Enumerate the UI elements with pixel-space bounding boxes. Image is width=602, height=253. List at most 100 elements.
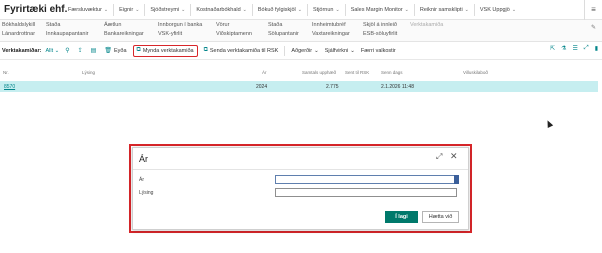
- automation-menu[interactable]: Sjálfvirkni ⌄: [325, 45, 355, 57]
- nav-item-1[interactable]: Færsluvæktur ⌄: [63, 4, 113, 16]
- chevron-down-icon: ⌄: [314, 47, 319, 54]
- cell-year: 2024: [256, 84, 268, 90]
- search-icon: ⚲: [65, 48, 70, 54]
- cell-sent-date: 2.1.2026 11:48: [381, 84, 414, 90]
- year-input[interactable]: [275, 175, 457, 184]
- column-header-sent-date[interactable]: Senn dags: [381, 70, 403, 75]
- filter-label: Allt: [45, 47, 54, 54]
- cancel-button[interactable]: Hætta við: [422, 211, 459, 223]
- pin-icon[interactable]: ✎: [591, 24, 596, 31]
- nav-item-2[interactable]: Eignir ⌄: [113, 3, 144, 16]
- expand-icon[interactable]: ⤢: [436, 152, 442, 162]
- chevron-down-icon: ⌄: [181, 6, 186, 13]
- nav-item-5[interactable]: Bókuð fylgiskjöl ⌄: [251, 3, 307, 16]
- trash-icon: 🗑: [104, 48, 112, 54]
- sub-navigation: Bókhaldslykill Lánardrottnar Staða Innka…: [0, 20, 602, 42]
- chevron-down-icon: ⌄: [103, 6, 109, 13]
- subnav-link[interactable]: ESB-söluyfirlit: [363, 31, 397, 37]
- dialog-title: Ár: [139, 154, 148, 164]
- share-icon[interactable]: ⇱: [550, 45, 555, 52]
- automation-label: Sjálfvirkni: [324, 47, 349, 54]
- year-dialog: Ár ⤢ ✕ Ár Lýsing Í lagi Hætta við: [132, 147, 469, 230]
- subnav-link[interactable]: Lánardrottnar: [2, 31, 35, 37]
- action-bar-right-icons: ⇱ ⚗ ☰ ⤢ ▮: [550, 45, 598, 52]
- nav-label: Reiknir samsklipti: [419, 6, 463, 13]
- expand-icon[interactable]: ⤢: [584, 45, 589, 52]
- send-icon: ⧉: [203, 47, 208, 53]
- actions-menu[interactable]: Aðgerðir ⌄: [291, 45, 318, 57]
- chevron-down-icon: ⌄: [297, 6, 302, 13]
- year-field-label: Ár: [139, 177, 144, 183]
- subnav-link[interactable]: Viðskiptamenn: [216, 31, 252, 37]
- edit-list-icon: ▤: [90, 48, 97, 54]
- nav-label: VSK Uppgjö: [479, 6, 510, 13]
- nav-item-4[interactable]: Kostnaðarbókhald ⌄: [190, 3, 252, 16]
- document-icon: ⧉: [136, 47, 141, 53]
- description-input[interactable]: [275, 188, 457, 197]
- subnav-link[interactable]: Staða: [46, 22, 60, 28]
- nav-item-3[interactable]: Sjóðstreymi ⌄: [144, 3, 190, 16]
- column-header-sent-rsk[interactable]: Sent til RSK: [345, 70, 369, 75]
- filter-icon[interactable]: ⚗: [561, 45, 566, 52]
- edit-list-button[interactable]: ▤: [91, 45, 99, 57]
- close-icon[interactable]: ✕: [450, 151, 458, 162]
- subnav-link[interactable]: Vörur: [216, 22, 229, 28]
- nav-label: Eignir: [119, 6, 134, 13]
- subnav-link[interactable]: Bankareikningar: [104, 31, 144, 37]
- subnav-link[interactable]: Sölupantanir: [268, 31, 299, 37]
- column-header-description[interactable]: Lýsing: [82, 70, 95, 75]
- page-title: Verktakamiðar:: [2, 47, 42, 54]
- subnav-link-current[interactable]: Verktakamiða: [410, 22, 443, 28]
- cell-nr[interactable]: 8570: [4, 84, 15, 90]
- list-view-icon[interactable]: ☰: [572, 45, 577, 52]
- column-header-amount[interactable]: Samtals upphæð: [302, 70, 336, 75]
- year-stepper[interactable]: [454, 175, 459, 184]
- column-header-nr[interactable]: Nr.: [3, 70, 9, 75]
- create-contractor-slip-button[interactable]: ⧉ Mynda verktakamiða: [132, 44, 198, 57]
- chevron-down-icon: ⌄: [135, 6, 140, 13]
- nav-item-8[interactable]: Reiknir samsklipti ⌄: [413, 3, 474, 16]
- subnav-link[interactable]: Innkaupapantanir: [46, 31, 89, 37]
- send-label: Senda verktakamiða til RSK: [209, 47, 279, 54]
- search-button[interactable]: ⚲: [65, 45, 71, 57]
- share-icon: ⇪: [77, 48, 83, 54]
- chevron-down-icon: ⌄: [350, 47, 355, 54]
- subnav-link[interactable]: Vaxtareikningar: [312, 31, 350, 37]
- company-name[interactable]: Fyrirtæki ehf.: [0, 4, 67, 15]
- bookmark-icon[interactable]: ▮: [595, 45, 598, 52]
- column-header-year[interactable]: Ár: [262, 70, 267, 75]
- subnav-link[interactable]: Bókhaldslykill: [2, 22, 35, 28]
- divider: [284, 45, 286, 56]
- top-bar: Fyrirtæki ehf. Færsluvæktur ⌄ Eignir ⌄ Sjó…: [0, 0, 602, 20]
- nav-item-6[interactable]: Stjórnun ⌄: [307, 3, 345, 16]
- chevron-down-icon: ⌄: [511, 6, 517, 13]
- delete-button[interactable]: 🗑 Eyða: [104, 45, 126, 57]
- nav-item-9[interactable]: VSK Uppgjö ⌄: [473, 3, 521, 16]
- chevron-down-icon: ⌄: [335, 6, 340, 13]
- subnav-link[interactable]: VSK-yfirlit: [158, 31, 182, 37]
- fewer-options-label: Færri valkostir: [360, 47, 396, 54]
- view-filter[interactable]: Allt ⌄: [45, 48, 59, 54]
- share-button[interactable]: ⇪: [78, 45, 85, 57]
- actions-label: Aðgerðir: [291, 47, 313, 54]
- create-label: Mynda verktakamiða: [142, 47, 194, 54]
- subnav-link[interactable]: Skjöl á innleið: [363, 22, 397, 28]
- nav-label: Sjóðstreymi: [150, 6, 180, 13]
- chevron-down-icon: ⌄: [464, 6, 469, 13]
- hamburger-menu-icon[interactable]: ≡: [584, 0, 602, 20]
- column-header-error[interactable]: Villuskilaboð: [463, 70, 488, 75]
- subnav-link[interactable]: Staða: [268, 22, 282, 28]
- action-bar: Verktakamiðar: Allt ⌄ ⚲ ⇪ ▤ 🗑 Eyða ⧉ Mynda…: [0, 42, 602, 60]
- table-row[interactable]: 8570 2024 2.775 2.1.2026 11:48: [0, 81, 598, 92]
- subnav-link[interactable]: Innheimtubréf: [312, 22, 346, 28]
- chevron-down-icon: ⌄: [242, 6, 247, 13]
- subnav-link[interactable]: Áætlun: [104, 22, 121, 28]
- send-to-rsk-button[interactable]: ⧉ Senda verktakamiða til RSK: [204, 45, 279, 57]
- nav-item-7[interactable]: Sales Margin Monitor ⌄: [344, 3, 414, 16]
- chevron-down-icon: ⌄: [54, 47, 60, 54]
- nav-label: Sales Margin Monitor: [350, 6, 403, 13]
- ok-button[interactable]: Í lagi: [385, 211, 418, 223]
- fewer-options-button[interactable]: Færri valkostir: [361, 45, 396, 57]
- subnav-link[interactable]: Innborgun í banka: [158, 22, 202, 28]
- nav-label: Stjórnun: [313, 6, 334, 13]
